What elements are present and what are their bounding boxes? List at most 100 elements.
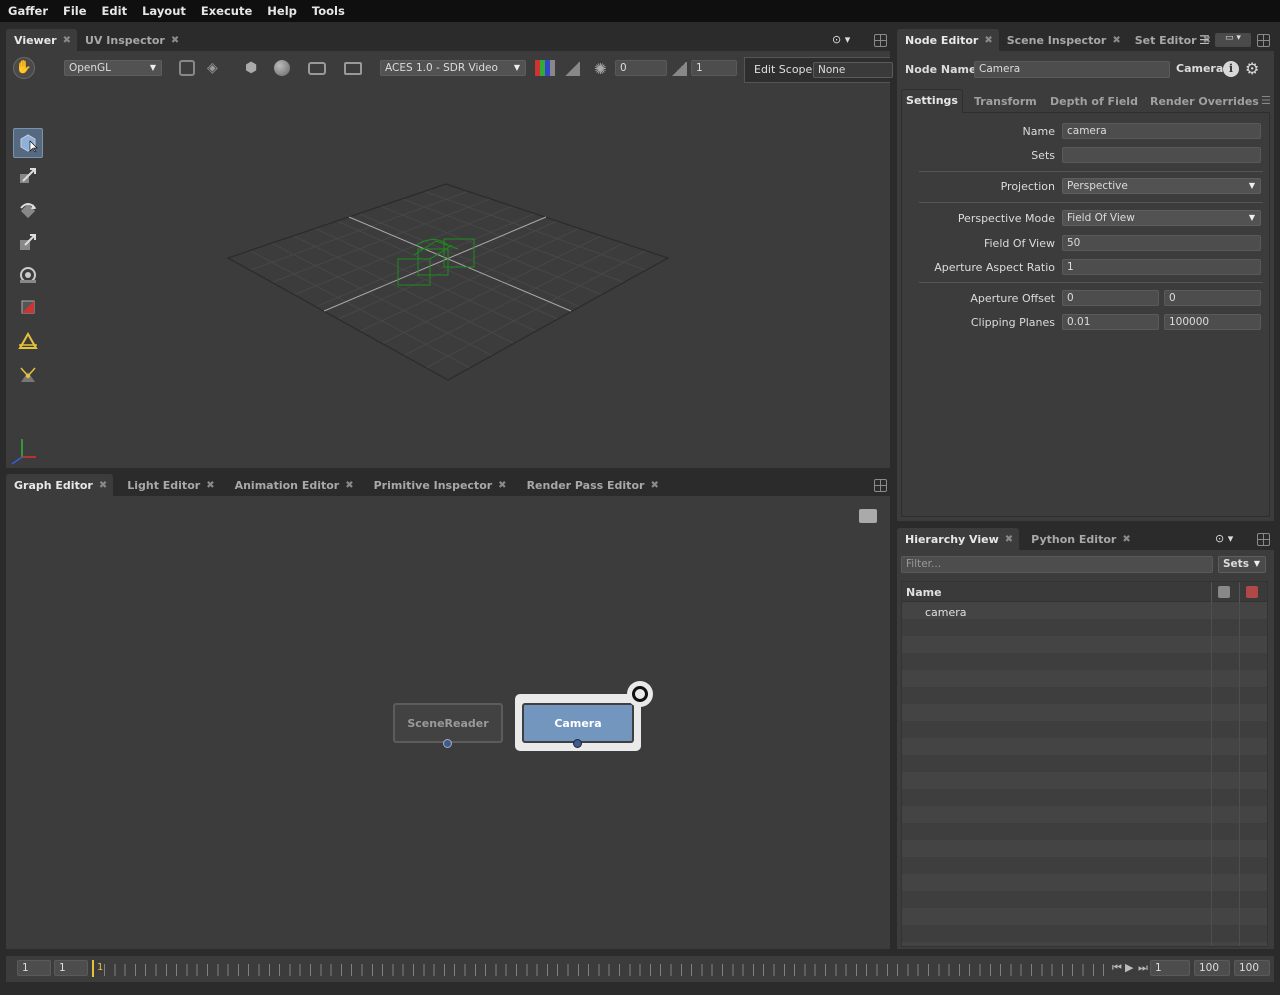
- gear-icon[interactable]: ⚙: [1245, 59, 1259, 78]
- edit-scope[interactable]: Edit Scope None: [744, 57, 893, 83]
- close-icon[interactable]: ✖: [498, 480, 506, 491]
- sets-button[interactable]: Sets ▼: [1218, 556, 1266, 573]
- playback-end-field[interactable]: 100: [1194, 960, 1230, 976]
- sets-field[interactable]: [1062, 147, 1261, 163]
- film-icon[interactable]: [344, 62, 362, 75]
- close-icon[interactable]: ✖: [1112, 35, 1120, 46]
- tab-depth-of-field[interactable]: Depth of Field: [1050, 95, 1138, 108]
- menu-edit[interactable]: Edit: [95, 4, 135, 18]
- menu-file[interactable]: File: [56, 4, 94, 18]
- tab-settings[interactable]: Settings: [901, 89, 963, 114]
- cube-icon[interactable]: ⬢: [245, 60, 263, 78]
- aperture-offset-y-field[interactable]: 0: [1164, 290, 1261, 306]
- tab-hierarchy-view[interactable]: Hierarchy View ✖: [897, 528, 1020, 550]
- start-frame-field[interactable]: 1: [17, 960, 51, 976]
- camera-output-plug[interactable]: [573, 739, 582, 748]
- frame-ruler[interactable]: [104, 964, 1110, 976]
- layout-grid-icon[interactable]: [874, 479, 887, 492]
- table-row[interactable]: [902, 874, 1267, 891]
- sphere-icon[interactable]: [274, 60, 290, 76]
- close-icon[interactable]: ✖: [99, 480, 107, 491]
- cubes-icon[interactable]: ◈: [207, 60, 225, 78]
- table-row[interactable]: [902, 840, 1267, 857]
- close-icon[interactable]: ✖: [1005, 534, 1013, 545]
- current-frame-field[interactable]: 1: [1150, 960, 1190, 976]
- playback-start-field[interactable]: 1: [54, 960, 88, 976]
- tab-light-editor[interactable]: Light Editor ✖: [119, 474, 220, 496]
- aspect-ratio-field[interactable]: 1: [1062, 259, 1261, 275]
- exposure-icon[interactable]: ✺: [594, 60, 612, 78]
- edit-scope-field[interactable]: None: [813, 62, 893, 78]
- clipping-icon[interactable]: [564, 62, 580, 76]
- table-row[interactable]: [902, 636, 1267, 653]
- display-transform-select[interactable]: ACES 1.0 - SDR Video ▼: [380, 60, 526, 76]
- tab-uv-inspector[interactable]: UV Inspector ✖: [77, 29, 185, 51]
- scenereader-node[interactable]: SceneReader: [393, 703, 503, 743]
- wireframe-icon[interactable]: [179, 60, 195, 76]
- tab-primitive-inspector[interactable]: Primitive Inspector ✖: [366, 474, 513, 496]
- camera-icon[interactable]: [308, 62, 326, 75]
- tab-render-overrides[interactable]: Render Overrides: [1150, 95, 1259, 108]
- end-frame-field[interactable]: 100: [1234, 960, 1270, 976]
- table-row[interactable]: [902, 908, 1267, 925]
- close-icon[interactable]: ✖: [984, 35, 992, 46]
- fov-field[interactable]: 50: [1062, 235, 1261, 251]
- tab-scene-inspector[interactable]: Scene Inspector ✖: [999, 29, 1127, 51]
- skip-end-icon[interactable]: ⏭: [1138, 961, 1148, 975]
- close-icon[interactable]: ✖: [345, 480, 353, 491]
- close-icon[interactable]: ✖: [206, 480, 214, 491]
- tab-transform[interactable]: Transform: [974, 95, 1037, 108]
- table-row[interactable]: [902, 687, 1267, 704]
- gamma-icon[interactable]: [671, 62, 687, 76]
- tab-python-editor[interactable]: Python Editor ✖: [1023, 528, 1137, 550]
- tab-node-editor[interactable]: Node Editor ✖: [897, 29, 999, 51]
- comment-icon[interactable]: [859, 509, 877, 523]
- camera-node[interactable]: Camera: [522, 703, 634, 743]
- tab-viewer[interactable]: Viewer ✖: [6, 29, 77, 51]
- close-icon[interactable]: ✖: [171, 35, 179, 46]
- table-row[interactable]: [902, 925, 1267, 942]
- filter-input[interactable]: Filter...: [901, 556, 1213, 573]
- table-row[interactable]: [902, 891, 1267, 908]
- visibility-icon[interactable]: [1218, 586, 1230, 598]
- close-icon[interactable]: ✖: [63, 35, 71, 46]
- menu-execute[interactable]: Execute: [194, 4, 259, 18]
- layout-menu-icon[interactable]: ▭ ▾: [1215, 33, 1251, 47]
- table-row[interactable]: [902, 772, 1267, 789]
- section-menu-icon[interactable]: ☰: [1261, 94, 1271, 107]
- skip-start-icon[interactable]: ⏮: [1112, 961, 1122, 975]
- table-row[interactable]: [902, 806, 1267, 823]
- table-row[interactable]: [902, 670, 1267, 687]
- perspective-mode-select[interactable]: Field Of View ▼: [1062, 210, 1261, 226]
- name-field[interactable]: camera: [1062, 123, 1261, 139]
- renderer-select[interactable]: OpenGL ▼: [64, 60, 162, 76]
- viewport-grid[interactable]: [6, 83, 890, 468]
- layout-grid-icon[interactable]: [1257, 533, 1270, 546]
- menu-layout[interactable]: Layout: [135, 4, 193, 18]
- list-item[interactable]: camera: [925, 606, 967, 619]
- table-row[interactable]: [902, 857, 1267, 874]
- close-icon[interactable]: ✖: [650, 480, 658, 491]
- table-row[interactable]: [902, 704, 1267, 721]
- target-icon[interactable]: ⊙ ▾: [1215, 532, 1251, 546]
- table-row[interactable]: [902, 789, 1267, 806]
- scenereader-output-plug[interactable]: [443, 739, 452, 748]
- menu-gaffer[interactable]: Gaffer: [1, 4, 55, 18]
- color-channels-icon[interactable]: [535, 60, 555, 76]
- clip-near-field[interactable]: 0.01: [1062, 314, 1159, 330]
- table-row[interactable]: [902, 755, 1267, 772]
- column-name[interactable]: Name: [906, 586, 942, 599]
- table-row[interactable]: [902, 619, 1267, 636]
- play-icon[interactable]: ▶: [1125, 961, 1133, 974]
- menu-help[interactable]: Help: [260, 4, 304, 18]
- close-icon[interactable]: ✖: [1122, 534, 1130, 545]
- tab-animation-editor[interactable]: Animation Editor ✖: [227, 474, 360, 496]
- render-icon[interactable]: [1246, 586, 1258, 598]
- playhead[interactable]: [92, 960, 94, 977]
- focus-node-icon[interactable]: [627, 681, 653, 707]
- table-row[interactable]: [902, 721, 1267, 738]
- exposure-field[interactable]: 0: [615, 60, 667, 76]
- node-name-field[interactable]: Camera: [974, 61, 1170, 78]
- menu-tools[interactable]: Tools: [305, 4, 352, 18]
- table-row[interactable]: [902, 653, 1267, 670]
